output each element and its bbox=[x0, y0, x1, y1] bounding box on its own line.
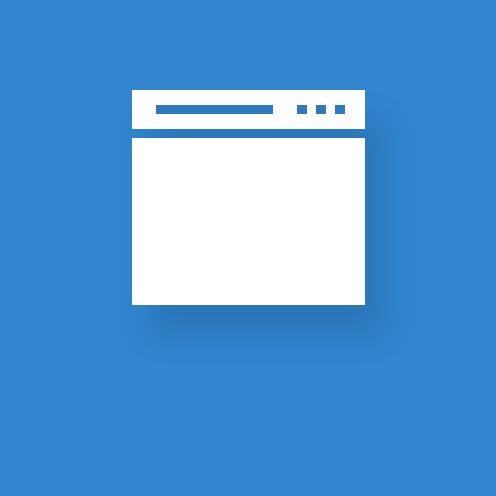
window-control-dot bbox=[297, 105, 307, 114]
app-icon-background bbox=[0, 0, 496, 496]
browser-window-icon bbox=[132, 90, 383, 335]
window-control-dot bbox=[335, 105, 345, 114]
address-bar bbox=[156, 105, 273, 114]
window-titlebar bbox=[132, 90, 365, 129]
window-control-dot bbox=[316, 105, 326, 114]
window-content-area bbox=[132, 138, 365, 305]
